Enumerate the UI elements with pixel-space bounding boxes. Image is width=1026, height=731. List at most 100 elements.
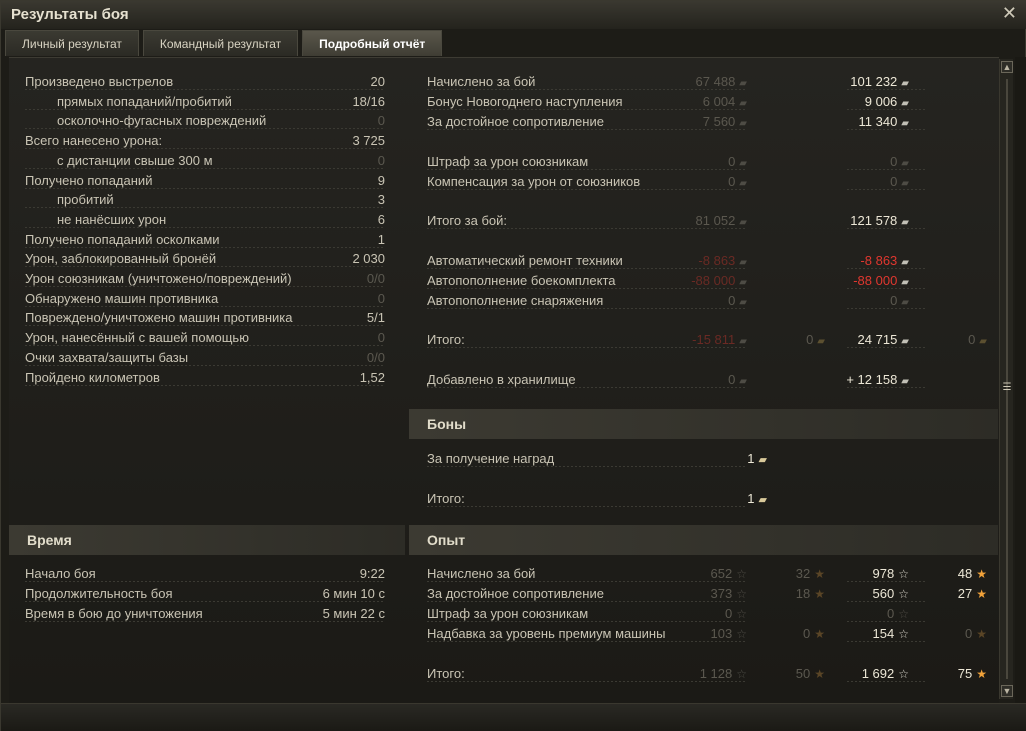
scroll-track[interactable] (1006, 79, 1008, 679)
stat-label: Пройдено километров (25, 369, 160, 385)
credit-icon: ▰ (901, 257, 909, 268)
credits-row: Итого за бой: 81 052 ▰ 121 578 ▰ (427, 211, 997, 231)
xp-star-icon: ☆ (898, 567, 909, 581)
bond-value: 1 ▰ (707, 489, 767, 510)
xp-value-premium: 154 ☆ (809, 624, 909, 644)
gold-icon: ▰ (979, 336, 987, 347)
experience-total-row: Итого: 1 128 ☆ 50 ★ 1 692 ☆ 75 ★ (427, 664, 997, 684)
xp-star-icon: ☆ (898, 627, 909, 641)
window-edge (1015, 57, 1026, 731)
title-bar: Результаты боя ✕ (1, 1, 1026, 29)
free-xp-amount: 0 (965, 626, 973, 641)
scroll-thumb[interactable]: ☰ (1002, 382, 1012, 394)
credits-value-premium: 11 340 ▰ (789, 112, 910, 134)
credits-label: Автопополнение снаряжения (427, 293, 604, 308)
stat-label: Получено попаданий осколками (25, 231, 220, 247)
xp-value-standard: 1 128 ☆ (657, 664, 747, 684)
stat-value: 2 030 (352, 251, 385, 267)
xp-amount: 978 (872, 566, 895, 581)
report-content: Произведено выстрелов 20 прямых попаданий/… (9, 57, 999, 703)
credits-amount: 0 (890, 154, 898, 169)
stat-row: с дистанции свыше 300 м 0 (25, 151, 385, 171)
credits-row: Автопополнение боекомплекта -88 000 ▰ -88 0… (427, 271, 997, 291)
credits-value-premium: 0 ▰ (789, 172, 909, 194)
credits-amount: + 12 158 (846, 372, 898, 387)
xp-amount: 0 (725, 606, 733, 621)
credits-value-standard: -8 863 ▰ (637, 251, 747, 273)
experience-label: Начислено за бой (427, 566, 536, 581)
credits-amount: -88 000 (853, 273, 898, 288)
bond-row: Итого: 1 ▰ (427, 489, 767, 509)
bond-amount: 1 (747, 491, 755, 506)
stat-value: 20 (370, 74, 385, 89)
scroll-down-icon[interactable]: ▼ (1001, 685, 1013, 697)
stat-row: Повреждено/уничтожено машин противника 5/… (25, 308, 385, 328)
stat-value: 0 (377, 290, 385, 306)
credits-amount: -15 811 (692, 332, 736, 347)
credit-icon: ▰ (739, 98, 747, 109)
credits-value-premium: -88 000 ▰ (789, 271, 909, 293)
tab-personal-result[interactable]: Личный результат (5, 30, 139, 56)
free-xp-value-premium: 0 ★ (927, 624, 987, 644)
xp-value-standard: 0 ☆ (657, 604, 747, 624)
xp-amount: 1 128 (699, 666, 733, 681)
credits-amount: 121 578 (850, 213, 898, 228)
free-xp-amount: 27 (957, 586, 973, 601)
scrollbar[interactable]: ▲ ☰ ▼ (999, 59, 1013, 699)
xp-value-standard: 652 ☆ (657, 564, 747, 584)
credits-amount: 67 488 (695, 74, 736, 89)
credits-label: Автопополнение боекомплекта (427, 273, 616, 288)
stat-row: Урон, заблокированный бронёй 2 030 (25, 249, 385, 269)
free-xp-icon: ★ (976, 667, 987, 681)
tab-detailed-report[interactable]: Подробный отчёт (302, 30, 443, 56)
stat-value: 0 (377, 330, 385, 346)
stat-label: Всего нанесено урона: (25, 133, 163, 149)
credit-icon: ▰ (901, 277, 909, 288)
time-row: Продолжительность боя 6 мин 10 с (25, 584, 385, 604)
stat-value: 9 (377, 172, 385, 188)
time-value: 5 мин 22 с (322, 606, 385, 621)
credits-amount: 81 052 (695, 213, 736, 228)
stat-label: прямых попаданий/пробитий (57, 93, 232, 109)
stat-value: 0/0 (366, 349, 385, 365)
xp-value-premium: 0 ☆ (809, 604, 909, 624)
experience-label: Штраф за урон союзникам (427, 606, 589, 621)
xp-amount: 560 (872, 586, 895, 601)
credit-icon: ▰ (901, 118, 909, 129)
xp-star-icon: ☆ (736, 587, 747, 601)
stat-row: не нанёсших урон 6 (25, 210, 385, 230)
tab-team-result[interactable]: Командный результат (142, 30, 299, 56)
time-label: Начало боя (25, 566, 96, 581)
xp-value-premium: 560 ☆ (809, 584, 909, 604)
free-xp-amount: 48 (957, 566, 973, 581)
gold-amount: 0 (806, 332, 814, 347)
bond-icon: ▰ (758, 494, 767, 506)
credits-label: Итого за бой: (427, 213, 508, 228)
credits-value-premium: 9 006 ▰ (789, 92, 909, 114)
experience-label: За достойное сопротивление (427, 586, 604, 601)
xp-star-icon: ☆ (736, 607, 747, 621)
stat-row: Урон, нанесённый с вашей помощью 0 (25, 328, 385, 348)
stat-value: 3 (377, 192, 385, 208)
gold-value-premium: 0 ▰ (927, 330, 987, 352)
stat-value: 18/16 (352, 93, 385, 109)
scroll-up-icon[interactable]: ▲ (1001, 61, 1013, 73)
stat-label: Получено попаданий (25, 172, 153, 188)
credit-icon: ▰ (739, 376, 747, 387)
credits-amount: 0 (728, 372, 736, 387)
credits-label: За достойное сопротивление (427, 114, 604, 129)
credits-amount: 0 (890, 293, 898, 308)
stat-value: 0 (377, 113, 385, 129)
experience-row: За достойное сопротивление 373 ☆ 18 ★ 560 ☆ 27 ★ (427, 584, 997, 604)
bottom-bar (1, 703, 1026, 731)
close-icon[interactable]: ✕ (1002, 3, 1017, 24)
xp-star-icon: ☆ (898, 587, 909, 601)
credits-row: За достойное сопротивление 7 560 ▰ 11 340 ▰ (427, 112, 997, 132)
stat-label: осколочно-фугасных повреждений (57, 113, 267, 129)
free-xp-icon: ★ (976, 567, 987, 581)
stat-row: Обнаружено машин противника 0 (25, 289, 385, 309)
credit-icon: ▰ (739, 178, 747, 189)
credits-amount: 24 715 (857, 332, 898, 347)
stat-label: не нанёсших урон (57, 211, 167, 227)
credit-icon: ▰ (901, 297, 909, 308)
